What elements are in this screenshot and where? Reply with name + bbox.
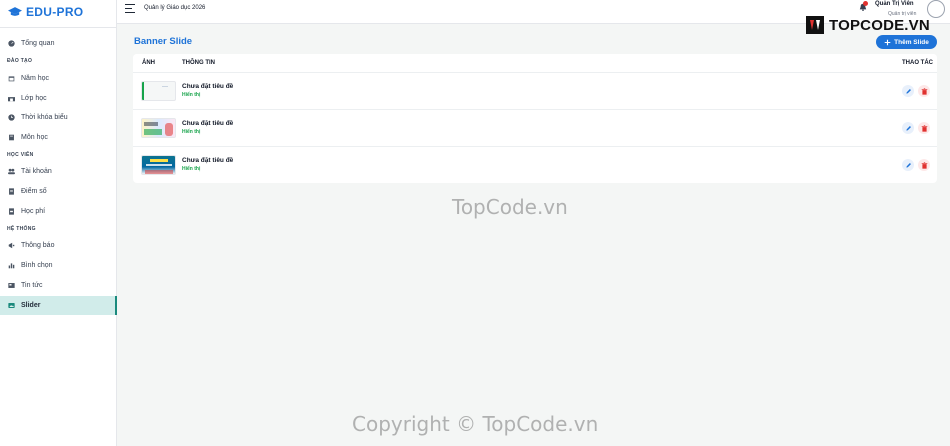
sidebar-section-title: ĐÀO TẠO [7, 58, 33, 64]
sidebar-item-school-year[interactable]: Năm học [0, 69, 117, 88]
slide-title: Chưa đặt tiêu đề [182, 120, 234, 127]
watermark-text: TopCode.vn [452, 195, 568, 219]
image-icon [8, 303, 15, 308]
document-icon [9, 188, 14, 195]
brand-name: EDU-PRO [26, 5, 84, 19]
sidebar-item-accounts[interactable]: Tài khoản [0, 162, 117, 181]
slide-thumbnail[interactable] [141, 155, 176, 175]
sidebar-item-label: Học phí [21, 208, 46, 215]
sidebar-item-label: Tổng quan [21, 40, 55, 47]
sidebar-section-title: HỆ THỐNG [7, 226, 36, 232]
delete-button[interactable] [918, 159, 930, 171]
sidebar-item-subjects[interactable]: Môn học [0, 128, 117, 147]
school-icon [8, 97, 15, 102]
sidebar-item-label: Slider [21, 302, 41, 309]
sidebar-item-label: Bình chọn [21, 262, 53, 269]
pencil-icon [905, 162, 911, 168]
column-header-info: THÔNG TIN [182, 60, 215, 66]
edit-button[interactable] [902, 122, 914, 134]
sidebar-item-label: Lớp học [21, 95, 47, 102]
user-name[interactable]: Quản Trị Viên [875, 1, 914, 7]
sidebar-item-label: Tài khoản [21, 168, 52, 175]
sidebar-item-polls[interactable]: Bình chọn [0, 256, 117, 275]
plus-icon [884, 39, 891, 45]
divider [0, 27, 116, 28]
sidebar-section-title: HỌC VIÊN [7, 152, 34, 158]
sidebar-item-slider[interactable]: Slider [0, 296, 117, 315]
sidebar: EDU-PRO Tổng quan ĐÀO TẠO Năm học Lớp họ… [0, 0, 117, 446]
sidebar-item-classes[interactable]: Lớp học [0, 89, 117, 108]
megaphone-icon [8, 242, 15, 249]
pencil-icon [905, 125, 911, 131]
news-icon [8, 283, 15, 288]
clock-icon [8, 114, 15, 121]
table-row: Chưa đặt tiêu đề Hiển thị [133, 72, 937, 109]
edit-button[interactable] [902, 85, 914, 97]
slide-title: Chưa đặt tiêu đề [182, 83, 234, 90]
sidebar-item-news[interactable]: Tin tức [0, 276, 117, 295]
sidebar-item-timetable[interactable]: Thời khóa biểu [0, 108, 117, 127]
status-badge: Hiển thị [182, 92, 201, 98]
sidebar-item-label: Tin tức [21, 282, 43, 289]
sidebar-item-label: Môn học [21, 134, 48, 141]
sidebar-item-notifications[interactable]: Thông báo [0, 236, 117, 255]
slide-thumbnail[interactable] [141, 118, 176, 138]
slides-table: ẢNH THÔNG TIN THAO TÁC Chưa đặt tiêu đề … [133, 54, 937, 183]
sidebar-item-label: Năm học [21, 75, 50, 82]
book-icon [9, 134, 14, 141]
delete-button[interactable] [918, 85, 930, 97]
graduation-cap-icon [8, 7, 22, 16]
watermark-logo-text: TOPCODE.VN [829, 16, 930, 34]
slide-thumbnail[interactable] [141, 81, 176, 101]
sidebar-item-label: Thời khóa biểu [21, 114, 68, 121]
sidebar-item-tuition[interactable]: Học phí [0, 202, 117, 221]
table-header: ẢNH THÔNG TIN THAO TÁC [133, 54, 937, 73]
watermark-copyright: Copyright © TopCode.vn [352, 412, 599, 436]
topcode-logo-icon [806, 16, 824, 34]
edit-button[interactable] [902, 159, 914, 171]
table-row: Chưa đặt tiêu đề Hiển thị [133, 146, 937, 183]
status-badge: Hiển thị [182, 129, 201, 135]
users-icon [8, 168, 15, 175]
trash-icon [921, 124, 927, 132]
column-header-actions: THAO TÁC [902, 60, 933, 66]
column-header-image: ẢNH [142, 60, 155, 66]
header-title: Quản lý Giáo dục 2026 [144, 5, 206, 11]
trash-icon [921, 161, 927, 169]
sidebar-item-label: Điểm số [21, 188, 47, 195]
chart-icon [8, 263, 15, 269]
trash-icon [921, 87, 927, 95]
add-slide-label: Thêm Slide [894, 38, 929, 46]
dashboard-icon [8, 40, 15, 47]
page-title: Banner Slide [134, 36, 193, 47]
slide-title: Chưa đặt tiêu đề [182, 157, 234, 164]
notification-badge [863, 1, 868, 6]
brand[interactable]: EDU-PRO [0, 0, 116, 24]
receipt-icon [9, 208, 14, 215]
add-slide-button[interactable]: Thêm Slide [876, 35, 937, 49]
sidebar-item-label: Thông báo [21, 242, 55, 249]
table-row: Chưa đặt tiêu đề Hiển thị [133, 109, 937, 146]
calendar-icon [8, 76, 15, 82]
status-badge: Hiển thị [182, 166, 201, 172]
menu-toggle-icon[interactable] [125, 4, 135, 13]
delete-button[interactable] [918, 122, 930, 134]
sidebar-item-grades[interactable]: Điểm số [0, 182, 117, 201]
pencil-icon [905, 88, 911, 94]
sidebar-item-overview[interactable]: Tổng quan [0, 34, 117, 53]
